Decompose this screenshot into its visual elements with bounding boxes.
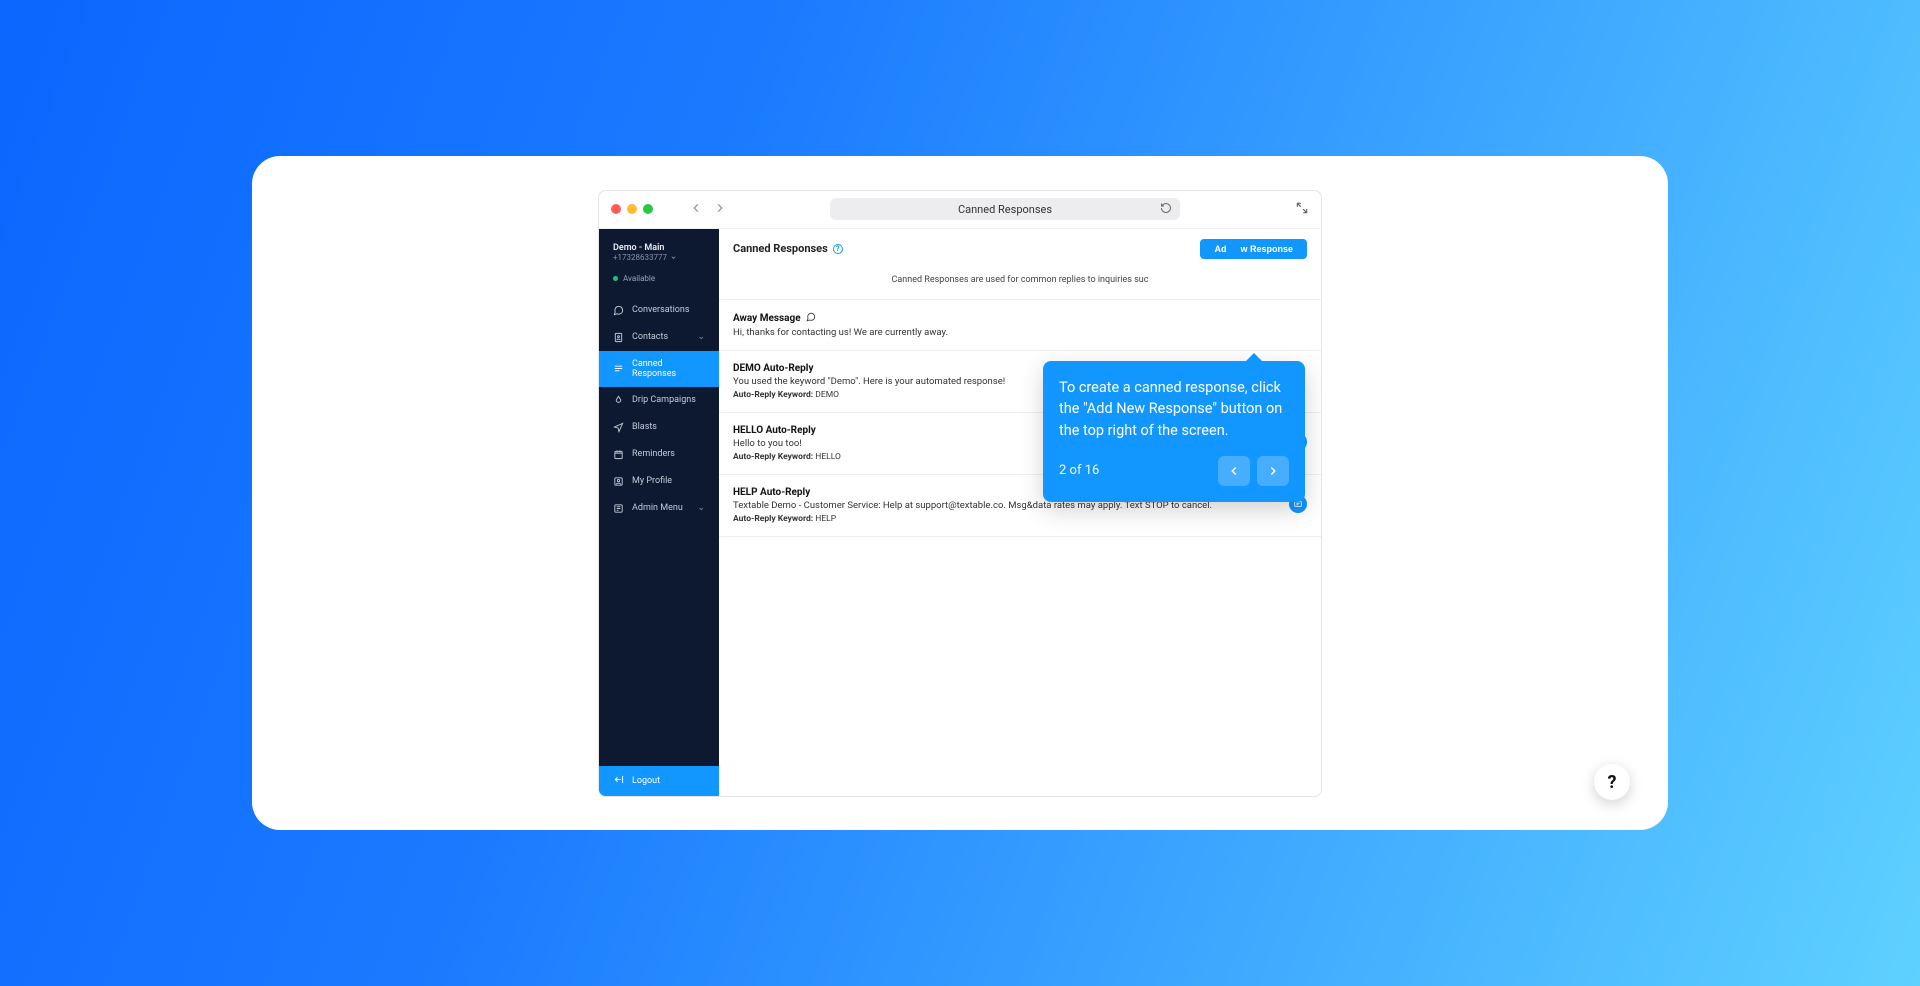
sidebar-item-canned-responses[interactable]: Canned Responses (599, 351, 719, 387)
row-keyword: Auto-Reply Keyword: HELP (733, 514, 1273, 524)
row-title: DEMO Auto-Reply (733, 363, 813, 374)
canned-icon (613, 363, 624, 374)
sidebar-item-label: Canned Responses (632, 359, 705, 379)
sidebar-item-label: Contacts (632, 332, 668, 342)
calendar-icon (613, 449, 624, 460)
sidebar-item-label: Admin Menu (632, 503, 683, 513)
profile-icon (613, 476, 624, 487)
page-heading: Canned Responses ? (733, 242, 843, 255)
sidebar-header: Demo - Main +17328633777 (599, 229, 719, 268)
description-text: Canned Responses are used for common rep… (719, 271, 1321, 300)
drip-icon (613, 395, 624, 406)
tour-next-button[interactable] (1257, 456, 1289, 486)
account-name: Demo - Main (613, 243, 707, 253)
logout-icon (613, 774, 624, 788)
status-label: Available (623, 274, 655, 283)
tour-tooltip: To create a canned response, click the "… (1043, 361, 1305, 502)
logout-label: Logout (632, 776, 660, 786)
sidebar-item-admin-menu[interactable]: Admin Menu ⌄ (599, 495, 719, 522)
response-row-away[interactable]: Away Message Hi, thanks for contacting u… (719, 300, 1321, 351)
sidebar-item-label: Blasts (632, 422, 657, 432)
admin-icon (613, 503, 624, 514)
close-window-icon[interactable] (611, 204, 621, 214)
app-body: Demo - Main +17328633777 Available Conve… (599, 229, 1321, 796)
tour-step-counter: 2 of 16 (1059, 463, 1099, 478)
nav-arrows (689, 200, 727, 219)
sidebar-item-label: Drip Campaigns (632, 395, 696, 405)
sidebar-item-label: Conversations (632, 305, 690, 315)
help-icon[interactable]: ? (833, 244, 843, 254)
main-header: Canned Responses ? Ad w Response (719, 229, 1321, 271)
sidebar-item-contacts[interactable]: Contacts ⌄ (599, 324, 719, 351)
logout-button[interactable]: Logout (599, 766, 719, 796)
minimize-window-icon[interactable] (627, 204, 637, 214)
help-fab-label: ? (1608, 772, 1617, 793)
row-title: HELP Auto-Reply (733, 487, 810, 498)
outer-card: Canned Responses Demo - Main +1732863377… (252, 156, 1668, 830)
expand-icon[interactable] (1295, 200, 1309, 219)
title-bar: Canned Responses (599, 191, 1321, 229)
status-dot-icon (613, 276, 618, 281)
row-title: Away Message (733, 313, 801, 324)
back-button[interactable] (689, 200, 703, 219)
page-title: Canned Responses (958, 203, 1052, 216)
sidebar-item-reminders[interactable]: Reminders (599, 441, 719, 468)
maximize-window-icon[interactable] (643, 204, 653, 214)
sidebar-nav: Conversations Contacts ⌄ Canned Response… (599, 293, 719, 766)
sidebar-item-label: Reminders (632, 449, 675, 459)
chevron-down-icon: ⌄ (697, 503, 705, 513)
refresh-icon[interactable] (1160, 202, 1172, 217)
add-new-response-button[interactable]: Ad w Response (1200, 239, 1307, 259)
sidebar-item-drip-campaigns[interactable]: Drip Campaigns (599, 387, 719, 414)
tour-tooltip-footer: 2 of 16 (1059, 456, 1289, 486)
sidebar-item-my-profile[interactable]: My Profile (599, 468, 719, 495)
speech-bubble-icon (806, 312, 816, 325)
row-title: HELLO Auto-Reply (733, 425, 816, 436)
blast-icon (613, 422, 624, 433)
chevron-down-icon: ⌄ (697, 332, 705, 342)
forward-button[interactable] (713, 200, 727, 219)
chat-icon (613, 305, 624, 316)
row-body: Hi, thanks for contacting us! We are cur… (733, 327, 1291, 338)
contacts-icon (613, 332, 624, 343)
status-indicator[interactable]: Available (599, 268, 719, 293)
help-fab-button[interactable]: ? (1594, 764, 1630, 800)
window-controls (611, 204, 653, 214)
address-bar[interactable]: Canned Responses (830, 198, 1180, 220)
tour-prev-button[interactable] (1218, 456, 1250, 486)
sidebar: Demo - Main +17328633777 Available Conve… (599, 229, 719, 796)
sidebar-item-label: My Profile (632, 476, 672, 486)
tour-tooltip-text: To create a canned response, click the "… (1059, 377, 1289, 442)
account-phone[interactable]: +17328633777 (613, 253, 707, 262)
sidebar-item-conversations[interactable]: Conversations (599, 297, 719, 324)
main-content: Canned Responses ? Ad w Response Canned … (719, 229, 1321, 796)
browser-window: Canned Responses Demo - Main +1732863377… (598, 190, 1322, 797)
sidebar-item-blasts[interactable]: Blasts (599, 414, 719, 441)
